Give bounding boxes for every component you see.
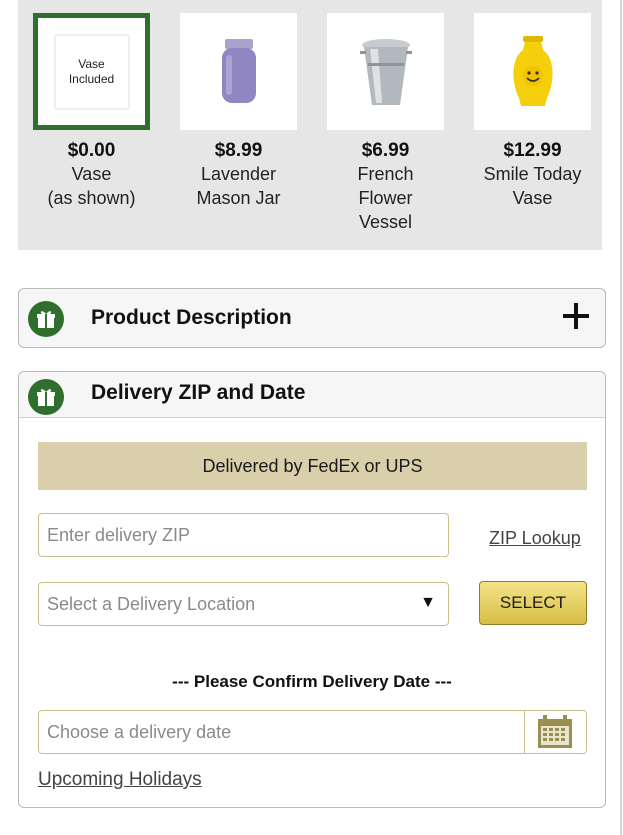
vase-name: Smile Today Vase (483, 164, 582, 208)
vase-option-smile-today[interactable]: $12.99 Smile Today Vase (474, 13, 591, 210)
delivery-date-input[interactable]: Choose a delivery date (38, 710, 587, 754)
vase-thumb[interactable] (474, 13, 591, 130)
vase-thumb[interactable] (327, 13, 444, 130)
vase-option-mason-jar[interactable]: $8.99 Lavender Mason Jar (180, 13, 297, 210)
vase-options-panel: Vase Included $0.00 Vase (as shown) $8.9… (18, 0, 602, 250)
carrier-banner: Delivered by FedEx or UPS (38, 442, 587, 490)
vase-thumb-selected[interactable]: Vase Included (33, 13, 150, 130)
vase-included-card: Vase Included (54, 34, 129, 109)
vase-price: $12.99 (503, 140, 562, 161)
vase-name: French Flower Vessel (357, 164, 414, 232)
delivery-location-select[interactable]: Select a Delivery Location ▼ (38, 582, 449, 626)
gift-icon (28, 301, 64, 337)
vase-option-french-vessel[interactable]: $6.99 French Flower Vessel (327, 13, 444, 234)
vase-name: Vase (as shown) (47, 164, 136, 208)
accordion-header[interactable]: Delivery ZIP and Date (19, 372, 605, 418)
zip-lookup-link[interactable]: ZIP Lookup (489, 528, 581, 549)
vase-price: $0.00 (67, 140, 116, 161)
product-description-accordion[interactable]: Product Description (18, 288, 606, 348)
accordion-title: Delivery ZIP and Date (91, 381, 306, 404)
flower-vessel-icon (359, 38, 412, 105)
vase-price: $8.99 (214, 140, 263, 161)
location-placeholder: Select a Delivery Location (47, 593, 256, 614)
vase-option-included[interactable]: Vase Included $0.00 Vase (as shown) (33, 13, 150, 210)
gift-icon (28, 379, 64, 415)
accordion-header[interactable]: Product Description (19, 289, 605, 347)
confirm-date-heading: --- Please Confirm Delivery Date --- (172, 672, 452, 691)
upcoming-holidays-link[interactable]: Upcoming Holidays (38, 769, 202, 791)
zip-input[interactable]: Enter delivery ZIP (38, 513, 449, 557)
delivery-accordion: Delivery ZIP and Date Delivered by FedEx… (18, 371, 606, 808)
vase-thumb[interactable] (180, 13, 297, 130)
accordion-title: Product Description (91, 306, 292, 329)
scrollbar-track[interactable] (620, 0, 622, 835)
smile-vase-icon (512, 35, 553, 106)
select-button[interactable]: SELECT (479, 581, 587, 625)
mason-jar-icon (221, 38, 256, 103)
calendar-icon[interactable] (524, 711, 586, 753)
chevron-down-icon: ▼ (420, 594, 436, 611)
vase-name: Lavender Mason Jar (196, 164, 281, 208)
vase-price: $6.99 (361, 140, 410, 161)
date-placeholder: Choose a delivery date (47, 721, 232, 742)
plus-icon[interactable] (563, 303, 589, 329)
